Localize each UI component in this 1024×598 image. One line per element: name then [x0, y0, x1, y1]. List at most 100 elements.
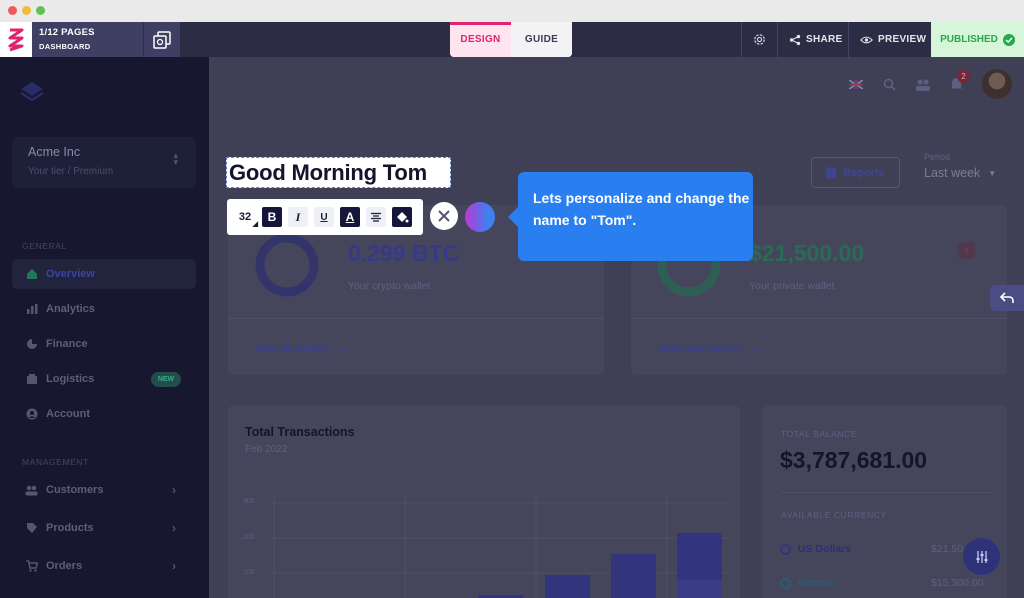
bold-button[interactable]: B: [262, 207, 282, 227]
divider: [781, 492, 991, 493]
share-icon: [789, 34, 801, 45]
sidebar-item-label: Overview: [46, 268, 95, 280]
sidebar-item-overview[interactable]: Overview: [12, 259, 196, 289]
italic-button[interactable]: I: [288, 207, 308, 227]
arrow-right-icon: →: [337, 341, 351, 356]
chevron-right-icon: ›: [172, 483, 176, 497]
currency-name: Bitcoin: [798, 577, 834, 589]
text-color-button[interactable]: A: [340, 207, 360, 227]
underline-button[interactable]: U: [314, 207, 334, 227]
sidebar-item-label: Analytics: [46, 303, 95, 315]
share-button[interactable]: SHARE: [777, 22, 854, 57]
section-management-heading: MANAGEMENT: [22, 457, 89, 467]
paint-bucket-icon: [397, 212, 409, 223]
sidebar-item-label: Finance: [46, 338, 88, 350]
private-wallet-label: Your private wallet: [749, 280, 835, 292]
browser-chrome: [0, 0, 1024, 22]
brand-logo-icon: [8, 28, 24, 51]
currency-value: $15,300.00: [931, 577, 984, 589]
reports-button[interactable]: Reports: [811, 157, 900, 188]
avatar[interactable]: [982, 69, 1012, 99]
home-icon: [25, 268, 38, 281]
sidebar-item-analytics[interactable]: Analytics: [12, 294, 196, 324]
fill-color-button[interactable]: [392, 207, 412, 227]
withdraw-money-link[interactable]: Withdraw money →: [658, 341, 763, 356]
chevron-right-icon: ›: [172, 559, 176, 573]
bar: [611, 554, 656, 598]
preview-button[interactable]: PREVIEW: [848, 22, 937, 57]
sidebar-item-orders[interactable]: Orders ›: [12, 551, 196, 581]
page-count: 1/12 PAGES: [39, 27, 95, 38]
tab-guide[interactable]: GUIDE: [511, 22, 572, 57]
page-selector[interactable]: 1/12 PAGES DASHBOARD: [32, 22, 143, 57]
new-badge: NEW: [151, 371, 181, 387]
users-icon: [25, 484, 38, 497]
text-format-toolbar: 32 ◢ B I U A: [227, 199, 423, 235]
sidebar-item-label: Orders: [46, 560, 83, 572]
eye-icon: [860, 36, 873, 43]
transactions-bar-chart: [270, 495, 730, 598]
close-window-dot[interactable]: [8, 6, 17, 15]
minimize-window-dot[interactable]: [22, 6, 31, 15]
company-name: Acme Inc: [28, 145, 81, 159]
total-balance-value: $3,787,681.00: [780, 447, 928, 473]
published-status-button[interactable]: PUBLISHED: [931, 22, 1024, 57]
arrow-right-icon: →: [749, 341, 763, 356]
editor-toolbar: 1/12 PAGES DASHBOARD DESIGN GUIDE SHARE …: [0, 22, 1024, 57]
radio-icon[interactable]: [780, 544, 791, 555]
sidebar-item-logistics[interactable]: Logistics NEW: [12, 364, 196, 394]
mode-tabs: DESIGN GUIDE: [450, 22, 572, 57]
align-center-button[interactable]: [366, 207, 386, 227]
preview-label: PREVIEW: [878, 34, 927, 45]
currency-value: $21,50: [931, 543, 964, 555]
bar-segment: [677, 580, 722, 598]
sidebar-item-customers[interactable]: Customers ›: [12, 475, 196, 505]
team-icon[interactable]: [915, 78, 931, 91]
document-icon: [826, 167, 836, 178]
settings-button[interactable]: [741, 22, 777, 57]
sidebar-item-finance[interactable]: Finance: [12, 329, 196, 359]
company-tier: Your tier / Premium: [28, 166, 114, 177]
settings-fab[interactable]: [963, 538, 1000, 575]
pie-chart-icon: [25, 338, 38, 351]
box-icon: [25, 373, 38, 386]
pages-icon: [153, 30, 171, 49]
private-wallet-value: $21,500.00: [749, 240, 865, 266]
maximize-window-dot[interactable]: [36, 6, 45, 15]
editor-logo[interactable]: [0, 22, 32, 57]
pages-view-button[interactable]: [144, 22, 180, 57]
see-all-activity-link[interactable]: See all activity →: [257, 341, 350, 356]
language-flag-icon[interactable]: [849, 80, 863, 89]
link-label: See all activity: [257, 342, 330, 355]
font-size-button[interactable]: 32 ◢: [234, 207, 258, 228]
tab-design[interactable]: DESIGN: [450, 22, 511, 57]
link-label: Withdraw money: [658, 342, 742, 355]
sidebar-item-products[interactable]: Products ›: [12, 513, 196, 543]
sidebar-item-account[interactable]: Account: [12, 399, 196, 429]
gear-icon: [754, 34, 765, 45]
close-edit-button[interactable]: [430, 202, 458, 230]
period-value: Last week: [924, 166, 981, 180]
chevron-right-icon: ›: [172, 521, 176, 535]
guide-hotspot[interactable]: [465, 202, 495, 232]
period-select[interactable]: Last week ▼: [924, 166, 996, 180]
font-size-value: 32: [238, 211, 252, 223]
radio-icon[interactable]: [780, 578, 791, 589]
sidebar: Acme Inc Your tier / Premium ▴ ▾ GENERAL …: [0, 57, 209, 598]
sidebar-item-label: Customers: [46, 484, 104, 496]
crypto-wallet-label: Your crypto wallet: [348, 280, 431, 292]
greeting-text-editable[interactable]: Good Morning Tom: [226, 157, 451, 188]
search-icon[interactable]: [883, 78, 896, 91]
sidebar-item-label: Logistics: [46, 373, 95, 385]
available-currency-label: AVAILABLE CURRENCY: [781, 510, 887, 520]
undo-tab[interactable]: [990, 285, 1024, 311]
expand-icon: ▴ ▾: [173, 150, 178, 167]
sliders-icon: [976, 550, 987, 563]
bar: [545, 575, 590, 598]
company-switcher[interactable]: Acme Inc Your tier / Premium ▴ ▾: [12, 137, 196, 188]
section-general-heading: GENERAL: [22, 241, 67, 251]
transactions-date: Feb 2022: [245, 444, 288, 455]
crypto-wallet-value: 0.299 BTC: [348, 240, 460, 266]
period-label: Period: [924, 152, 951, 162]
chevron-down-icon: ▼: [988, 168, 997, 178]
